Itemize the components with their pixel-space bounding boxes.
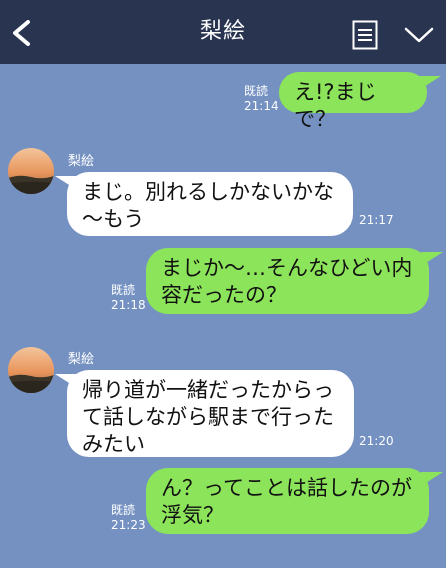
message-meta: 既読 21:14	[244, 84, 279, 114]
incoming-message-bubble[interactable]: まじ。別れるしかないかな 〜もう	[67, 172, 353, 236]
sunset-avatar-image	[8, 148, 54, 194]
contact-avatar[interactable]	[8, 347, 54, 393]
outgoing-message-bubble[interactable]: え!?まじで？	[279, 72, 427, 131]
menu-button[interactable]	[352, 20, 378, 50]
read-receipt: 既読	[244, 84, 269, 98]
message-meta: 既読 21:23	[111, 503, 146, 533]
read-receipt: 既読	[111, 503, 136, 517]
message-meta: 21:20	[359, 434, 394, 449]
menu-icon	[352, 20, 378, 50]
sunset-avatar-image	[8, 347, 54, 393]
message-time: 21:20	[359, 434, 394, 448]
sender-name: 梨絵	[68, 352, 95, 367]
chevron-down-icon	[404, 27, 434, 43]
outgoing-message-bubble[interactable]: まじか〜…そんなひどい内 容だったの？	[146, 248, 429, 314]
read-receipt: 既読	[111, 283, 136, 297]
incoming-message-bubble[interactable]: 帰り道が一緒だったからっ て話しながら駅まで行った みたい	[67, 370, 354, 457]
outgoing-message-bubble[interactable]: ん？ってことは話したのが 浮気？	[146, 468, 429, 534]
message-time: 21:23	[111, 518, 146, 532]
message-time: 21:17	[359, 213, 394, 227]
chat-title: 梨絵	[199, 19, 246, 44]
message-time: 21:18	[111, 298, 146, 312]
message-time: 21:14	[244, 99, 279, 113]
message-meta: 既読 21:18	[111, 283, 146, 313]
collapse-button[interactable]	[404, 26, 434, 44]
contact-avatar[interactable]	[8, 148, 54, 194]
message-meta: 21:17	[359, 213, 394, 228]
chat-header: 梨絵	[0, 0, 446, 64]
sender-name: 梨絵	[68, 154, 95, 169]
